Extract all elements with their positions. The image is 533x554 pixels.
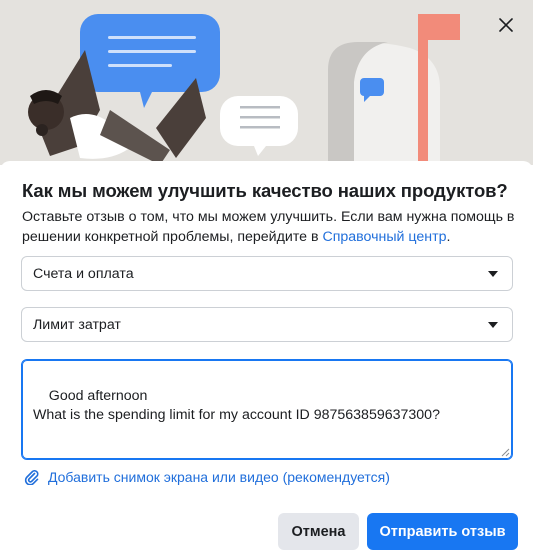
close-button[interactable] [493,12,519,38]
hero-illustration [0,0,533,165]
caret-down-icon [488,271,498,277]
resize-grip-icon[interactable] [500,447,510,457]
caret-down-icon [488,322,498,328]
category-select-value: Счета и оплата [33,265,134,282]
attach-label: Добавить снимок экрана или видео (рекоме… [48,469,390,485]
paperclip-icon [24,470,39,485]
dialog-description: Оставьте отзыв о том, что мы можем улучш… [22,207,517,247]
feedback-text: Good afternoon What is the spending limi… [33,388,440,423]
feedback-illustration [28,14,460,165]
cancel-button[interactable]: Отмена [278,513,359,550]
subcategory-select-value: Лимит затрат [33,316,121,333]
submit-feedback-button[interactable]: Отправить отзыв [367,513,518,550]
category-select[interactable]: Счета и оплата [21,256,513,291]
feedback-textarea[interactable]: Good afternoon What is the spending limi… [21,359,513,460]
subcategory-select[interactable]: Лимит затрат [21,307,513,342]
close-icon [499,18,513,32]
dialog-title: Как мы можем улучшить качество наших про… [22,180,508,201]
description-suffix: . [446,229,451,245]
help-center-link[interactable]: Справочный центр [322,229,446,245]
attach-screenshot-link[interactable]: Добавить снимок экрана или видео (рекоме… [24,469,390,485]
feedback-panel: Как мы можем улучшить качество наших про… [0,161,533,554]
